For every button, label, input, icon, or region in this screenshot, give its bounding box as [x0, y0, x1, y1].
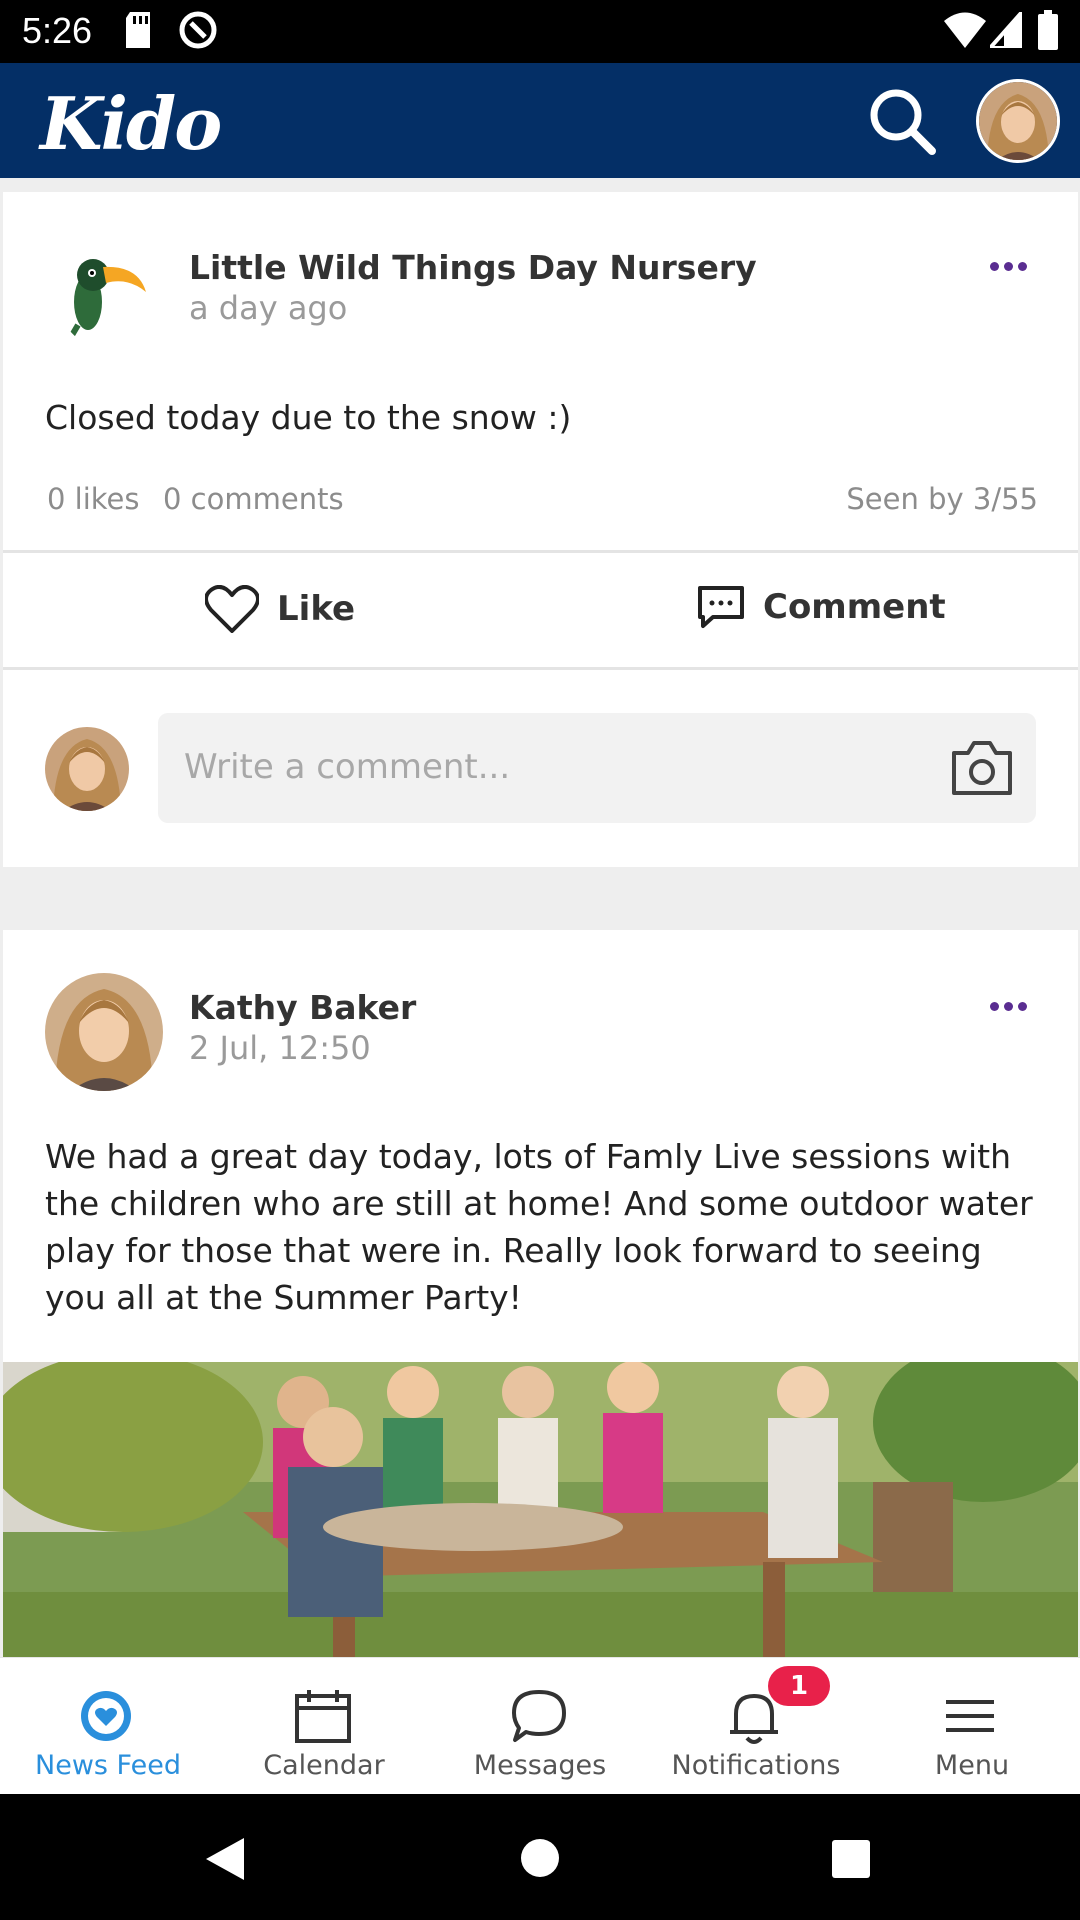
tab-label: Messages	[473, 1750, 607, 1781]
status-time: 5:26	[22, 10, 93, 51]
data-saver-icon	[179, 11, 217, 49]
profile-avatar[interactable]	[976, 79, 1060, 163]
system-nav-bar	[0, 1794, 1080, 1920]
tab-news-feed[interactable]: News Feed	[0, 1658, 216, 1795]
back-icon[interactable]	[202, 1836, 246, 1882]
like-button[interactable]: Like	[205, 585, 355, 633]
post-author[interactable]: Kathy Baker	[189, 988, 416, 1027]
post-photo[interactable]	[3, 1362, 1078, 1657]
calendar-icon	[295, 1690, 351, 1743]
comment-placeholder: Write a comment...	[184, 747, 511, 787]
search-icon[interactable]	[868, 87, 938, 157]
kido-logo[interactable]: Kido	[40, 81, 222, 166]
children-water-play-image	[3, 1362, 1078, 1657]
tab-label: Menu	[934, 1750, 1010, 1781]
comment-button[interactable]: Comment	[697, 585, 946, 629]
more-options-icon[interactable]	[990, 996, 1034, 1016]
status-bar: 5:26	[0, 0, 1080, 63]
post-time: a day ago	[189, 289, 348, 327]
comment-label: Comment	[763, 587, 946, 627]
comments-count[interactable]: 0 comments	[163, 482, 344, 516]
avatar-image	[979, 82, 1057, 160]
post-text: We had a great day today, lots of Famly …	[45, 1137, 1033, 1317]
messages-icon	[512, 1690, 566, 1742]
post-time: 2 Jul, 12:50	[189, 1029, 371, 1067]
recents-icon[interactable]	[832, 1840, 870, 1878]
app-bar: Kido	[0, 63, 1080, 178]
sd-card-icon	[126, 12, 150, 48]
commenter-avatar[interactable]	[45, 727, 129, 811]
tab-notifications[interactable]: 1 Notifications	[648, 1658, 864, 1795]
notification-badge: 1	[768, 1666, 830, 1706]
bottom-tab-bar: News Feed Calendar Messages 1 Notificati…	[0, 1657, 1080, 1795]
post-text: Closed today due to the snow :)	[45, 398, 572, 437]
news-feed-icon	[81, 1691, 131, 1741]
tab-label: Calendar	[263, 1750, 385, 1781]
seen-by[interactable]: Seen by 3/55	[846, 482, 1038, 516]
tab-messages[interactable]: Messages	[432, 1658, 648, 1795]
likes-count[interactable]: 0 likes	[47, 482, 140, 516]
camera-icon[interactable]	[950, 739, 1014, 797]
tab-label: News Feed	[35, 1750, 181, 1781]
divider	[3, 667, 1078, 670]
battery-icon	[1038, 10, 1058, 50]
post-author[interactable]: Little Wild Things Day Nursery	[189, 248, 757, 287]
wifi-icon	[944, 12, 986, 48]
comment-input[interactable]: Write a comment...	[158, 713, 1036, 823]
more-options-icon[interactable]	[990, 256, 1034, 276]
tab-calendar[interactable]: Calendar	[216, 1658, 432, 1795]
home-icon[interactable]	[520, 1838, 560, 1878]
divider	[3, 550, 1078, 553]
author-avatar[interactable]	[45, 973, 163, 1091]
tab-menu[interactable]: Menu	[864, 1658, 1080, 1795]
comment-bubble-icon	[698, 586, 744, 628]
tab-label: Notifications	[671, 1750, 841, 1781]
menu-icon	[946, 1700, 994, 1732]
heart-icon	[205, 585, 259, 633]
logo-text: Kido	[40, 81, 222, 166]
like-label: Like	[277, 589, 356, 629]
toucan-avatar[interactable]	[58, 247, 148, 347]
signal-icon	[990, 12, 1022, 48]
